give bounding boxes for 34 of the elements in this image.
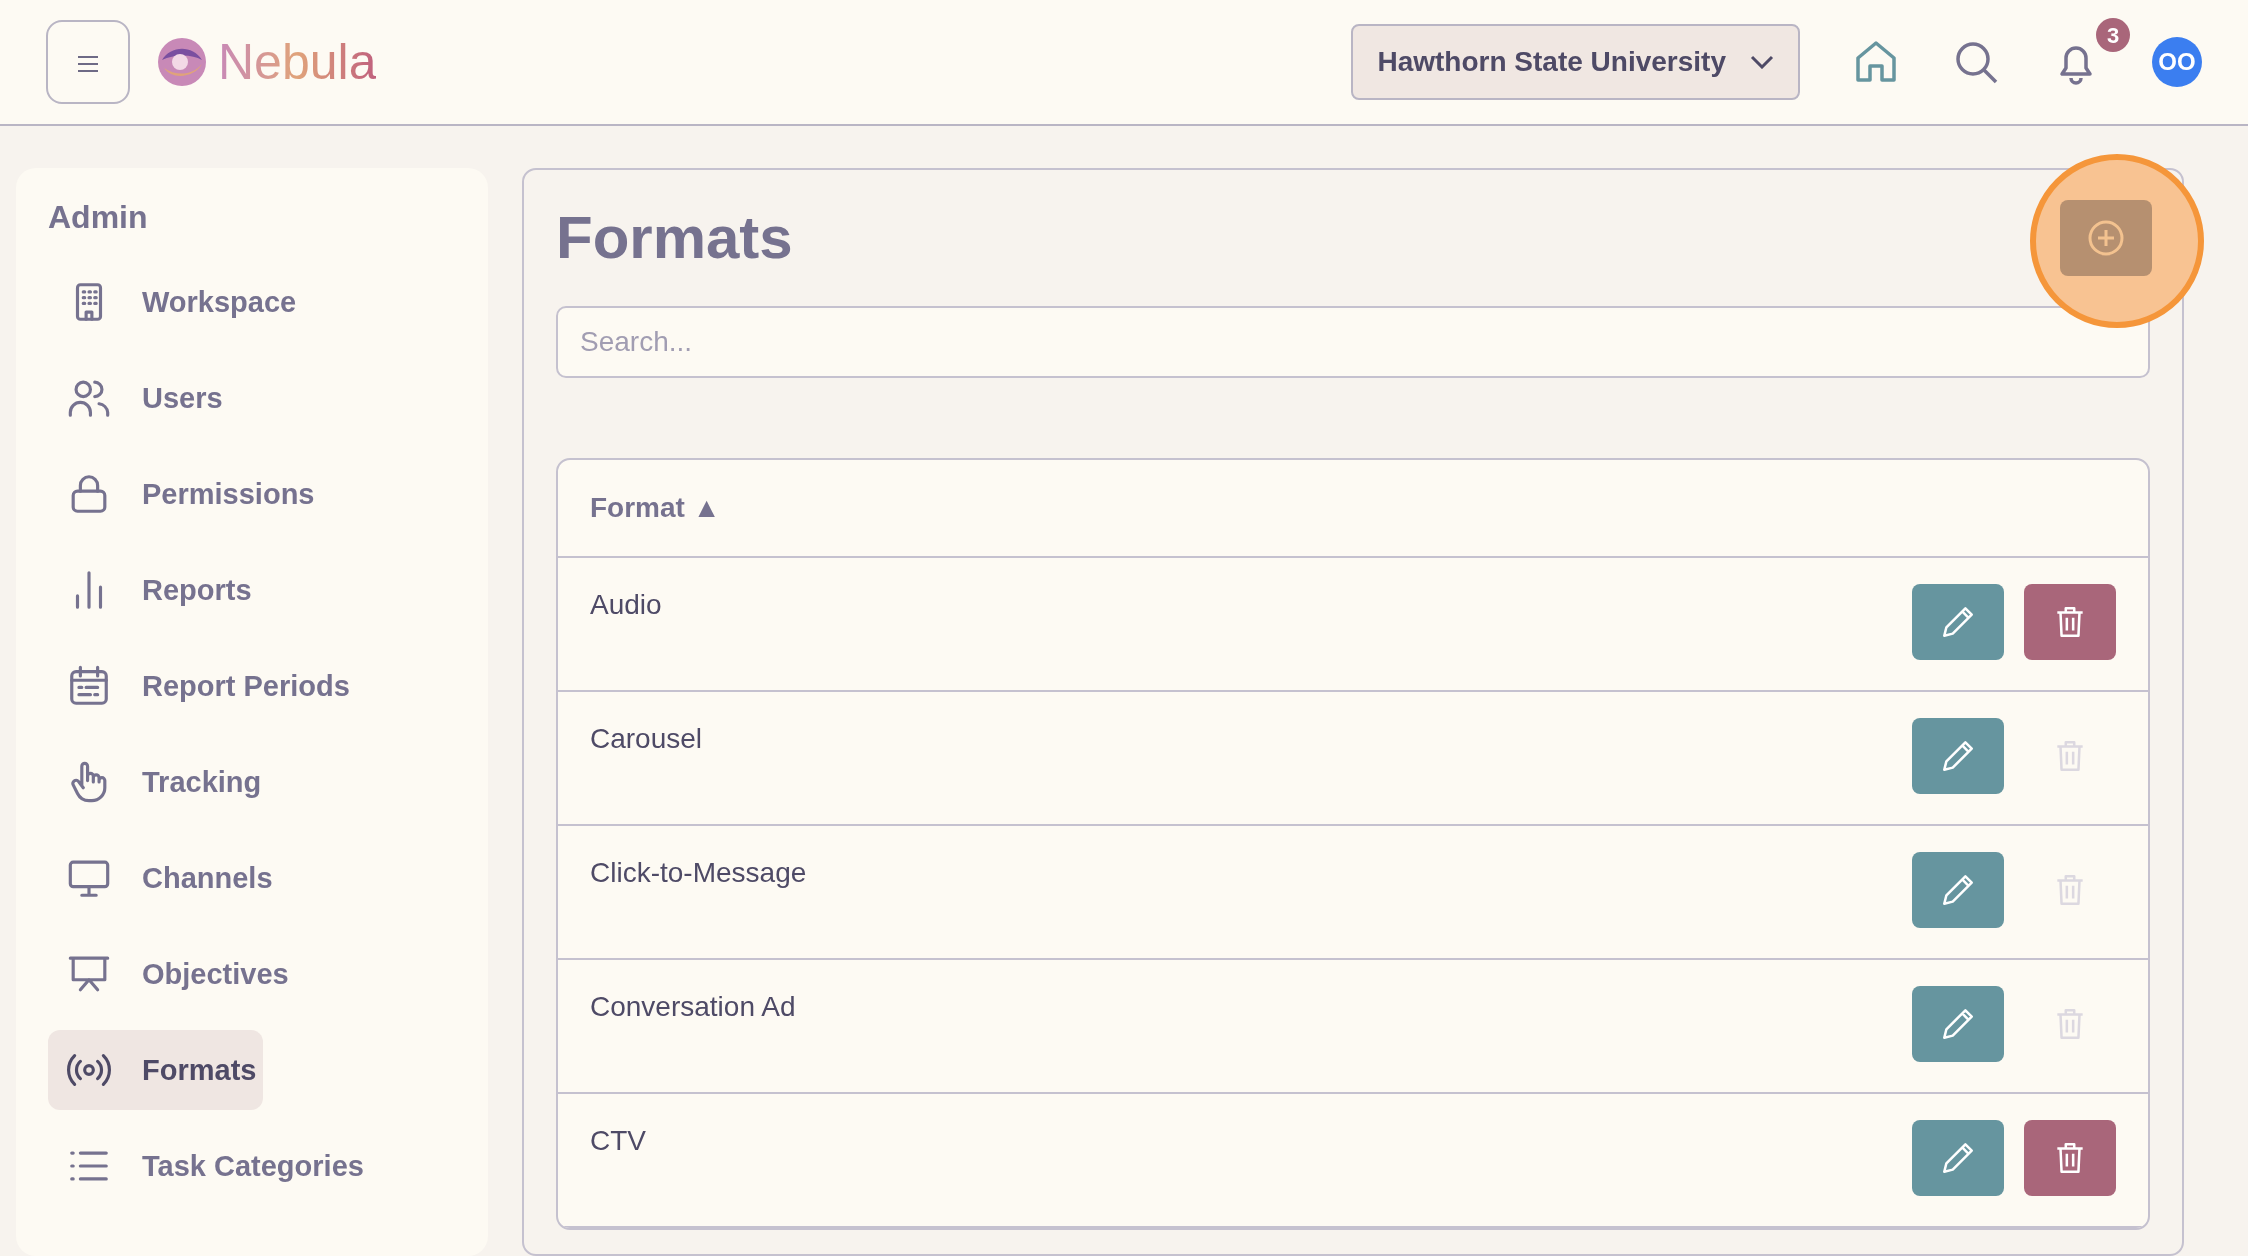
user-avatar[interactable]: OO — [2152, 37, 2202, 87]
page-title: Formats — [556, 203, 793, 273]
menu-button[interactable] — [46, 20, 130, 104]
sidebar-item[interactable]: Report Periods — [48, 646, 368, 727]
sidebar-item[interactable]: Reports — [48, 550, 270, 631]
edit-button[interactable] — [1912, 1120, 2004, 1196]
sidebar-item[interactable]: Formats — [48, 1030, 263, 1111]
column-header[interactable]: Format ▲ — [558, 460, 2148, 558]
plus-circle-icon — [2086, 218, 2126, 258]
table-cell-text: Click-to-Message — [590, 856, 807, 890]
sidebar-item[interactable]: Objectives — [48, 934, 307, 1015]
table-cell-text: Carousel — [590, 722, 703, 756]
edit-button[interactable] — [1912, 584, 2004, 660]
delete-button[interactable] — [2024, 584, 2116, 660]
search-field[interactable]: Search... — [556, 306, 2150, 378]
table-cell-text: Audio — [590, 588, 662, 622]
chevron-down-icon — [1750, 55, 1774, 69]
delete-button[interactable] — [2024, 1120, 2116, 1196]
sidebar-item[interactable]: Tracking — [48, 742, 280, 823]
edit-button[interactable] — [1912, 986, 2004, 1062]
workspace-select[interactable]: Hawthorn State University — [1351, 24, 1800, 100]
notification-badge: 3 — [2096, 18, 2130, 52]
sidebar-item[interactable]: Channels — [48, 838, 291, 919]
menu-icon — [77, 54, 99, 73]
sidebar-item[interactable]: Workspace — [48, 262, 315, 343]
table-cell-text: CTV — [590, 1124, 646, 1158]
sidebar-item[interactable]: Task Categories — [48, 1126, 382, 1207]
sidebar-item[interactable]: Users — [48, 358, 241, 439]
sidebar-item[interactable]: Permissions — [48, 454, 333, 535]
sidebar-heading: Admin — [48, 198, 149, 237]
edit-button[interactable] — [1912, 852, 2004, 928]
add-button[interactable] — [2060, 200, 2152, 276]
edit-button[interactable] — [1912, 718, 2004, 794]
table-cell-text: Conversation Ad — [590, 990, 796, 1024]
